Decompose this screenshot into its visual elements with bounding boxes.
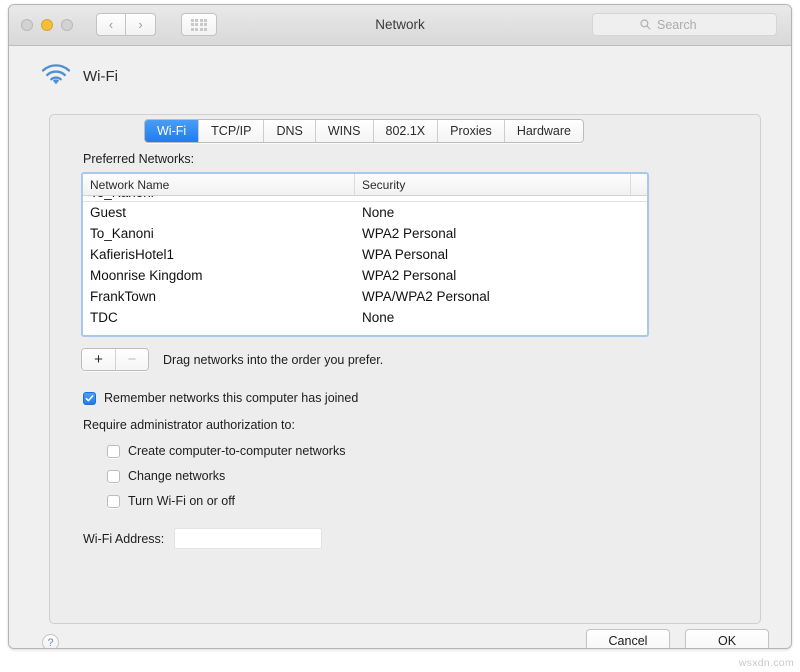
screenshot-root: ‹ › Network (0, 0, 800, 672)
cell-security: WPA2 Personal (355, 226, 631, 241)
wifi-icon (41, 63, 71, 90)
add-network-button[interactable]: + (82, 349, 115, 370)
preferences-body: Wi-Fi Wi-Fi TCP/IP DNS WINS 802.1X Proxi… (9, 46, 791, 648)
search-field[interactable]: Search (592, 13, 777, 36)
create-computer-networks-checkbox[interactable] (107, 445, 120, 458)
table-row[interactable]: TDC None (83, 307, 647, 328)
require-admin-label: Require administrator authorization to: (83, 418, 295, 432)
change-networks-label: Change networks (128, 469, 225, 483)
search-icon (640, 19, 651, 30)
remember-networks-label: Remember networks this computer has join… (104, 391, 358, 405)
cell-network-name: KafierisHotel1 (83, 247, 355, 262)
change-networks-row[interactable]: Change networks (107, 469, 225, 483)
wifi-address-row: Wi-Fi Address: (83, 528, 322, 549)
table-header-row: Network Name Security (83, 174, 647, 196)
cell-network-name: TDC (83, 310, 355, 325)
cell-network-name: Moonrise Kingdom (83, 268, 355, 283)
table-row[interactable]: KafierisHotel1 WPA Personal (83, 244, 647, 265)
tab-label: DNS (276, 124, 302, 138)
remember-networks-row[interactable]: Remember networks this computer has join… (83, 391, 358, 405)
cell-security: None (355, 310, 631, 325)
partial-row-label: To_Kanoni (90, 196, 154, 200)
add-remove-group: + − (81, 348, 149, 371)
tab-bar: Wi-Fi TCP/IP DNS WINS 802.1X Proxies Har… (144, 119, 584, 143)
turn-wifi-on-off-label: Turn Wi-Fi on or off (128, 494, 235, 508)
cell-security: WPA/WPA2 Personal (355, 289, 631, 304)
help-button[interactable]: ? (42, 634, 59, 649)
wifi-address-input[interactable] (174, 528, 322, 549)
device-header: Wi-Fi (41, 63, 118, 90)
cell-network-name: Guest (83, 205, 355, 220)
tab-hardware[interactable]: Hardware (504, 120, 583, 142)
tab-label: Hardware (517, 124, 571, 138)
table-body: To_Kanoni Guest None To_Kanoni WPA2 Pers… (83, 196, 647, 328)
tab-8021x[interactable]: 802.1X (373, 120, 438, 142)
tab-label: WINS (328, 124, 361, 138)
cell-security: WPA2 Personal (355, 268, 631, 283)
preferred-networks-table[interactable]: Network Name Security To_Kanoni Guest No… (81, 172, 649, 337)
tab-proxies[interactable]: Proxies (437, 120, 504, 142)
cell-network-name: FrankTown (83, 289, 355, 304)
dialog-buttons: Cancel OK (586, 629, 769, 649)
cell-security: WPA Personal (355, 247, 631, 262)
turn-wifi-on-off-checkbox[interactable] (107, 495, 120, 508)
tab-label: Wi-Fi (157, 124, 186, 138)
turn-wifi-on-off-row[interactable]: Turn Wi-Fi on or off (107, 494, 235, 508)
cell-security: None (355, 205, 631, 220)
cancel-button[interactable]: Cancel (586, 629, 670, 649)
tab-tcpip[interactable]: TCP/IP (198, 120, 263, 142)
remove-network-button: − (115, 349, 148, 370)
tab-dns[interactable]: DNS (263, 120, 314, 142)
create-computer-networks-row[interactable]: Create computer-to-computer networks (107, 444, 345, 458)
change-networks-checkbox[interactable] (107, 470, 120, 483)
question-mark-icon: ? (47, 637, 53, 649)
table-row[interactable]: FrankTown WPA/WPA2 Personal (83, 286, 647, 307)
table-row[interactable]: To_Kanoni WPA2 Personal (83, 223, 647, 244)
network-list-controls: + − Drag networks into the order you pre… (81, 348, 383, 371)
window-titlebar: ‹ › Network (9, 5, 791, 46)
tab-label: Proxies (450, 124, 492, 138)
column-header-network-name[interactable]: Network Name (83, 174, 355, 195)
search-placeholder: Search (657, 18, 697, 32)
table-row[interactable]: Guest None (83, 202, 647, 223)
tab-wifi[interactable]: Wi-Fi (145, 120, 198, 142)
tab-label: TCP/IP (211, 124, 251, 138)
tab-label: 802.1X (386, 124, 426, 138)
wifi-address-label: Wi-Fi Address: (83, 532, 164, 546)
tab-wins[interactable]: WINS (315, 120, 373, 142)
drag-hint-text: Drag networks into the order you prefer. (163, 353, 383, 367)
watermark: wsxdn.com (739, 657, 794, 669)
table-row-partial[interactable]: To_Kanoni (83, 196, 647, 202)
column-header-security[interactable]: Security (355, 174, 631, 195)
preferred-networks-label: Preferred Networks: (83, 152, 194, 166)
network-preferences-window: ‹ › Network (8, 4, 792, 649)
create-computer-networks-label: Create computer-to-computer networks (128, 444, 345, 458)
ok-button[interactable]: OK (685, 629, 769, 649)
table-row[interactable]: Moonrise Kingdom WPA2 Personal (83, 265, 647, 286)
cell-network-name: To_Kanoni (83, 226, 355, 241)
remember-networks-checkbox[interactable] (83, 392, 96, 405)
column-header-spacer (631, 174, 647, 195)
device-name: Wi-Fi (83, 68, 118, 85)
